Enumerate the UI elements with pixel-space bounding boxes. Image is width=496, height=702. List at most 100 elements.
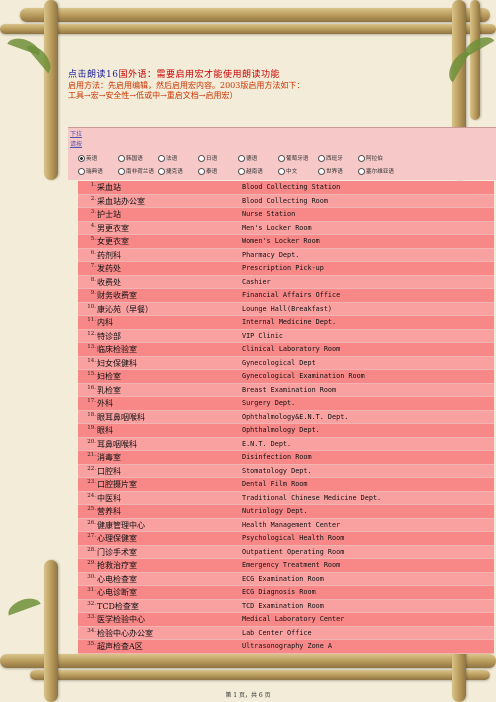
radio-button-icon[interactable] [158,167,165,175]
row-number: 10. [87,303,96,310]
row-number: 20. [87,438,96,445]
table-row: 34. 检验中心办公室 Lab Center Office [78,626,494,640]
chinese-term: 妇女保健科 [97,358,137,368]
language-option[interactable]: 世界语 [318,167,358,175]
bamboo-bottom-bar-2 [30,670,490,680]
english-term: TCD Examination Room [242,601,324,610]
table-row: 13. 临床检验室 Clinical Laboratory Room [78,343,494,357]
bamboo-bottom-bar [0,654,496,668]
chinese-term: 营养科 [97,507,121,516]
chinese-term: 健康管理中心 [97,520,145,530]
language-option[interactable]: 捷克语 [158,167,198,175]
table-row: 2. 采血站办公室 Blood Collecting Room [78,194,494,208]
bamboo-right-post-2 [470,0,480,120]
row-number: 23. [87,479,96,485]
row-number: 18. [87,411,96,418]
radio-button-icon[interactable] [118,154,125,162]
language-option[interactable]: 越南语 [238,167,278,175]
table-row: 10. 康沁苑（早餐） Lounge Hall(Breakfast) [78,302,494,316]
macro-notice: 点击朗读16国外语：需要启用宏才能使用朗读功能 [68,70,460,81]
english-term: Blood Collecting Room [242,196,328,205]
chinese-term: 心电诊断室 [97,588,137,597]
bamboo-top-bar [20,8,490,22]
table-row: 11. 内科 Internal Medicine Dept. [78,316,494,330]
language-option[interactable]: 中文 [278,167,318,175]
radio-button-icon[interactable] [198,154,205,162]
radio-button-icon[interactable] [278,154,285,162]
english-term: Medical Laboratory Center [242,615,345,623]
english-term: Financial Affairs Office [242,291,341,299]
table-row: 3. 护士站 Nurse Station [78,208,494,222]
english-term: ECG Diagnosis Room [242,588,316,596]
language-option[interactable]: 南非荷兰语 [118,167,158,175]
chinese-term: 内科 [97,318,113,327]
radio-button-icon[interactable] [78,154,85,162]
macro-warning: 国外语：需要启用宏才能使用朗读功能 [118,70,280,80]
language-option[interactable]: 德语 [238,154,278,162]
radio-button-icon[interactable] [358,154,365,162]
radio-button-icon[interactable] [198,167,205,175]
language-option[interactable]: 瑞典语 [78,167,118,175]
dropdown-label[interactable]: 下拉 [70,129,82,138]
radio-button-icon[interactable] [318,154,325,162]
language-row-2: 瑞典语 南非荷兰语 捷克语 泰语 越南语 中文 世界语 塞尔维亚语 [78,167,398,175]
language-option[interactable]: 韩国语 [118,154,158,162]
chinese-term: 采血站 [97,183,121,192]
english-term: Women's Locker Room [242,237,320,245]
row-number: 22. [87,465,96,472]
language-option[interactable]: 日语 [198,154,238,162]
read-aloud-link[interactable]: 点击朗读 [68,70,106,80]
row-number: 14. [87,357,96,364]
chinese-term: 采血站办公室 [97,196,145,206]
radio-button-icon[interactable] [158,154,165,162]
language-option[interactable]: 西班牙 [318,154,358,162]
english-term: Emergency Treatment Room [242,561,341,569]
language-option[interactable]: 英语 [78,154,118,162]
english-term: Pharmacy Dept. [242,250,300,259]
leaf-decoration [5,594,41,616]
enable-instructions: 启用方法：先启用编辑，然后启用宏内容。2003版启用方法如下： [68,81,305,90]
chinese-term: 消毒室 [97,453,121,462]
radio-button-icon[interactable] [118,167,125,175]
table-row: 5. 女更衣室 Women's Locker Room [78,235,494,249]
radio-button-icon[interactable] [238,167,245,175]
english-term: E.N.T. Dept. [242,439,292,448]
language-option[interactable]: 阿拉伯 [358,154,398,162]
language-option-label: 韩国语 [126,156,143,162]
radio-button-icon[interactable] [318,167,325,175]
radio-button-icon[interactable] [78,167,85,175]
language-option[interactable]: 葡萄牙语 [278,154,318,162]
radio-button-icon[interactable] [358,167,365,175]
row-number: 26. [87,519,96,526]
radio-button-icon[interactable] [278,167,285,175]
bamboo-bottom-left-post [44,560,58,702]
table-row: 7. 发药处 Prescription Pick-up [78,262,494,276]
chinese-term: 口腔科 [97,466,121,476]
table-row: 1. 采血站 Blood Collecting Station [78,181,494,195]
english-term: Ultrasonography Zone A [242,642,333,650]
language-option-label: 捷克语 [166,169,183,175]
english-term: Surgery Dept. [242,399,296,407]
row-number: 31. [87,587,96,593]
chinese-term: 心电检查室 [97,574,137,584]
english-term: Gynecological Examination Room [242,372,365,380]
table-row: 30. 心电检查室 ECG Examination Room [78,572,494,586]
language-option-label: 英语 [86,156,98,162]
chinese-term: 护士站 [97,210,121,219]
english-term: ECG Examination Room [242,574,324,583]
language-option[interactable]: 泰语 [198,167,238,175]
chinese-term: 乳检室 [97,385,121,395]
language-option-label: 葡萄牙语 [286,156,309,162]
language-panel: 下拉 请按 英语 韩国语 法语 日语 德语 葡萄牙语 西班牙 阿拉伯 瑞典语 南非荷兰语 捷克语 泰… [68,127,496,180]
language-option-label: 泰语 [206,169,218,175]
radio-button-icon[interactable] [238,154,245,162]
table-row: 28. 门诊手术室 Outpatient Operating Room [78,545,494,559]
row-number: 17. [87,398,96,404]
language-option[interactable]: 法语 [158,154,198,162]
row-number: 12. [87,330,96,337]
table-row: 35. 超声检查A区 Ultrasonography Zone A [78,640,494,654]
english-term: Dental Film Room [242,480,308,488]
language-option-label: 越南语 [246,169,263,175]
english-term: Breast Examination Room [242,385,337,394]
language-option[interactable]: 塞尔维亚语 [358,167,398,175]
